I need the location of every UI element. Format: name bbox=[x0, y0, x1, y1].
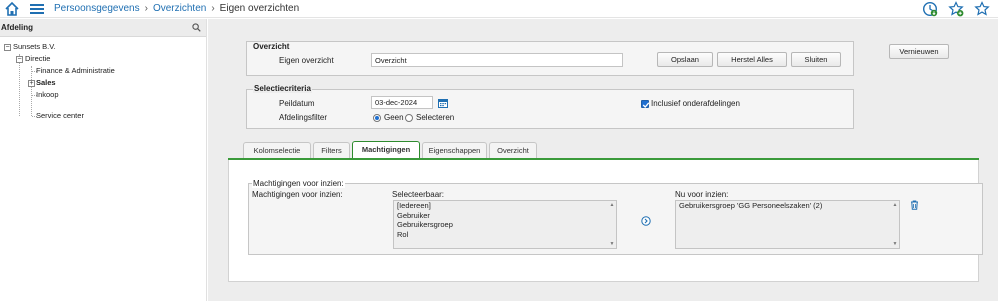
move-right-icon[interactable] bbox=[641, 216, 651, 226]
machtigingen-group: Machtigingen voor inzien: Machtigingen v… bbox=[248, 179, 983, 255]
machtigingen-group-title: Machtigingen voor inzien: bbox=[252, 179, 345, 188]
sidebar-header: Afdeling bbox=[0, 19, 206, 37]
trash-icon[interactable] bbox=[910, 200, 919, 210]
list-item[interactable]: Gebruiker bbox=[394, 211, 616, 221]
tree-item-label: Finance & Administratie bbox=[36, 66, 115, 75]
menu-icon[interactable] bbox=[30, 3, 44, 15]
tree-item-service-center[interactable]: Service center bbox=[36, 110, 84, 122]
expand-icon[interactable]: + bbox=[28, 80, 35, 87]
tree-connector bbox=[19, 54, 20, 116]
tree-item-label: Directie bbox=[25, 54, 51, 63]
breadcrumb-link-overzichten[interactable]: Overzichten bbox=[153, 3, 206, 14]
tree-item-finance[interactable]: Finance & Administratie bbox=[36, 65, 115, 77]
top-bar: Persoonsgegevens › Overzichten › Eigen overz… bbox=[0, 0, 998, 18]
breadcrumb-separator: › bbox=[211, 3, 215, 14]
tree-item-label: Service center bbox=[36, 111, 84, 120]
collapse-icon[interactable]: − bbox=[16, 56, 23, 63]
radio-geen-label: Geen bbox=[384, 113, 404, 122]
tab-overzicht[interactable]: Overzicht bbox=[489, 142, 537, 158]
calendar-icon[interactable] bbox=[438, 98, 448, 108]
inclusief-onderafdelingen-checkbox[interactable] bbox=[641, 100, 650, 108]
breadcrumb: Persoonsgegevens › Overzichten › Eigen overz… bbox=[54, 3, 299, 15]
selecteerbaar-label: Selecteerbaar: bbox=[392, 190, 445, 199]
eigen-overzicht-input[interactable] bbox=[371, 53, 623, 67]
star-icon[interactable] bbox=[974, 1, 990, 17]
overzicht-group: Overzicht Eigen overzicht Opslaan Herste… bbox=[246, 41, 854, 76]
inclusief-onderafdelingen-label: Inclusief onderafdelingen bbox=[651, 99, 740, 108]
tree-connector bbox=[31, 66, 32, 116]
list-item[interactable]: [Iedereen] bbox=[394, 201, 616, 211]
scrollbar[interactable]: ▲ ▼ bbox=[892, 202, 898, 247]
machtigingen-row-label: Machtigingen voor inzien: bbox=[252, 190, 343, 199]
scroll-down-icon[interactable]: ▼ bbox=[609, 241, 615, 247]
tab-kolomselectie[interactable]: Kolomselectie bbox=[243, 142, 311, 158]
breadcrumb-current: Eigen overzichten bbox=[219, 3, 300, 14]
star-add-icon[interactable] bbox=[948, 1, 964, 17]
tab-machtigingen[interactable]: Machtigingen bbox=[352, 141, 420, 159]
scrollbar[interactable]: ▲ ▼ bbox=[609, 202, 615, 247]
reset-all-button[interactable]: Herstel Alles bbox=[717, 52, 787, 67]
selecteerbaar-listbox[interactable]: [Iedereen] Gebruiker Gebruikersgroep Rol… bbox=[393, 200, 617, 249]
list-item[interactable]: Gebruikersgroep 'GG Personeelszaken' (2) bbox=[676, 201, 899, 211]
nu-voor-inzien-label: Nu voor inzien: bbox=[675, 190, 729, 199]
collapse-icon[interactable]: − bbox=[4, 44, 11, 51]
overzicht-group-title: Overzicht bbox=[253, 42, 290, 51]
main-content: Overzicht Eigen overzicht Opslaan Herste… bbox=[208, 19, 998, 301]
tree-item-label: Inkoop bbox=[36, 90, 59, 99]
radio-geen[interactable] bbox=[373, 114, 381, 122]
scroll-up-icon[interactable]: ▲ bbox=[609, 202, 615, 208]
sidebar-title: Afdeling bbox=[1, 23, 33, 32]
breadcrumb-link-persoonsgegevens[interactable]: Persoonsgegevens bbox=[54, 3, 140, 14]
home-icon[interactable] bbox=[4, 1, 20, 17]
tree-item-inkoop[interactable]: Inkoop bbox=[36, 89, 59, 101]
clock-download-icon[interactable] bbox=[922, 1, 938, 17]
eigen-overzicht-label: Eigen overzicht bbox=[279, 56, 334, 65]
list-item[interactable]: Gebruikersgroep bbox=[394, 220, 616, 230]
top-icons bbox=[916, 1, 996, 17]
selectiecriteria-group-title: Selectiecriteria bbox=[253, 84, 312, 93]
save-button[interactable]: Opslaan bbox=[657, 52, 713, 67]
scroll-up-icon[interactable]: ▲ bbox=[892, 202, 898, 208]
tree-item-label: Sales bbox=[36, 78, 56, 87]
breadcrumb-separator: › bbox=[144, 3, 148, 14]
refresh-button[interactable]: Vernieuwen bbox=[889, 44, 949, 59]
tree-item-label: Sunsets B.V. bbox=[13, 42, 56, 51]
tab-filters[interactable]: Filters bbox=[313, 142, 350, 158]
tab-eigenschappen[interactable]: Eigenschappen bbox=[422, 142, 487, 158]
machtigingen-panel: Machtigingen voor inzien: Machtigingen v… bbox=[228, 160, 983, 282]
close-button[interactable]: Sluiten bbox=[791, 52, 841, 67]
radio-selecteren-label: Selecteren bbox=[416, 113, 455, 122]
sidebar: Afdeling − Sunsets B.V. − Directie Finan… bbox=[0, 19, 207, 301]
radio-selecteren[interactable] bbox=[405, 114, 413, 122]
scroll-down-icon[interactable]: ▼ bbox=[892, 241, 898, 247]
peildatum-input[interactable] bbox=[371, 96, 433, 109]
nu-voor-inzien-listbox[interactable]: Gebruikersgroep 'GG Personeelszaken' (2)… bbox=[675, 200, 900, 249]
peildatum-label: Peildatum bbox=[279, 99, 315, 108]
selectiecriteria-group: Selectiecriteria Peildatum Afdelingsfilt… bbox=[246, 84, 854, 129]
search-icon[interactable] bbox=[192, 23, 201, 32]
list-item[interactable]: Rol bbox=[394, 230, 616, 240]
afdelingsfilter-label: Afdelingsfilter bbox=[279, 113, 328, 122]
